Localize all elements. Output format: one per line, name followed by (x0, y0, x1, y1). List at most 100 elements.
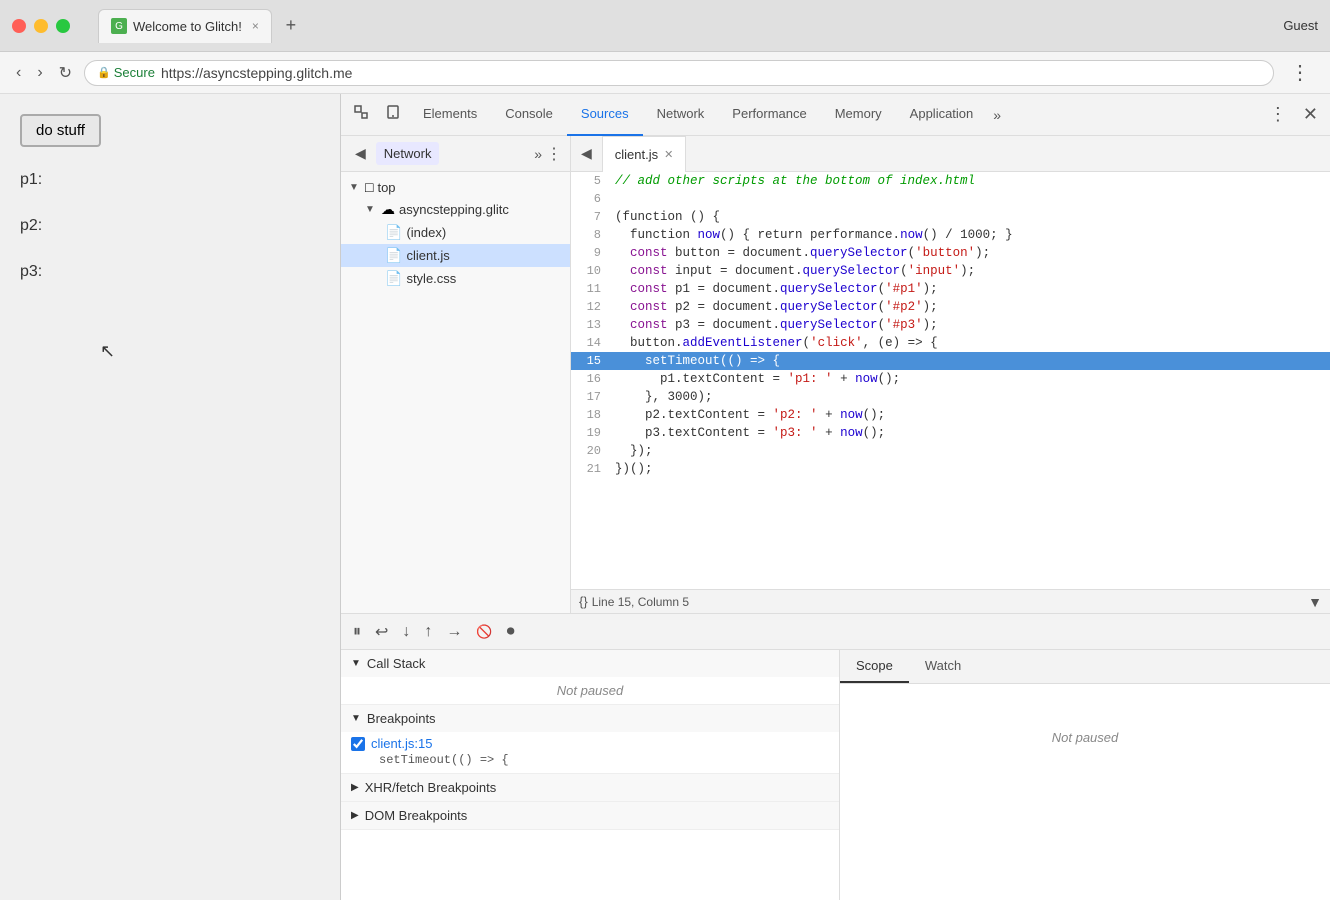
tree-item-stylecss[interactable]: 📄 style.css (341, 267, 570, 290)
do-stuff-button[interactable]: do stuff (20, 114, 101, 147)
forward-button[interactable]: › (33, 60, 46, 86)
debugger-area: ⏸ ↩ ↓ ↑ → 🚫 ⏺ ▼ Call Stack (341, 613, 1330, 900)
browser-tab[interactable]: G Welcome to Glitch! × (98, 9, 272, 43)
call-stack-content: Not paused (341, 677, 839, 704)
step-over-button[interactable]: ↩ (371, 618, 392, 646)
tab-performance[interactable]: Performance (718, 94, 820, 136)
xhr-arrow: ▶ (351, 782, 359, 793)
status-dropdown-button[interactable]: ▼ (1308, 594, 1322, 610)
line-content: }, 3000); (611, 388, 1330, 406)
tree-item-origin[interactable]: ▼ ☁ asyncstepping.glitc (341, 198, 570, 221)
line-content: p3.textContent = 'p3: ' + now(); (611, 424, 1330, 442)
editor-tab-close-button[interactable]: ✕ (664, 148, 673, 161)
minimize-traffic-light[interactable] (34, 19, 48, 33)
network-label[interactable]: Network (376, 142, 440, 165)
tab-elements[interactable]: Elements (409, 94, 491, 136)
dom-breakpoints-header[interactable]: ▶ DOM Breakpoints (341, 802, 839, 830)
scope-tab[interactable]: Scope (840, 650, 909, 683)
devtools-close-button[interactable]: ✕ (1295, 100, 1326, 129)
line-number: 16 (571, 370, 611, 388)
code-line-17[interactable]: 17 }, 3000); (571, 388, 1330, 406)
pause-on-exceptions-button[interactable]: ⏺ (503, 619, 519, 645)
code-area: 5// add other scripts at the bottom of i… (571, 172, 1330, 589)
line-number: 14 (571, 334, 611, 352)
p2-label: p2: (20, 217, 320, 235)
code-line-13[interactable]: 13 const p3 = document.querySelector('#p… (571, 316, 1330, 334)
step-button[interactable]: → (442, 619, 466, 645)
code-line-15[interactable]: 15 setTimeout(() => { (571, 352, 1330, 370)
address-bar[interactable]: 🔒 Secure https://asyncstepping.glitch.me (84, 60, 1274, 86)
code-line-18[interactable]: 18 p2.textContent = 'p2: ' + now(); (571, 406, 1330, 424)
pause-resume-button[interactable]: ⏸ (349, 619, 365, 645)
more-tabs-button[interactable]: » (987, 107, 1007, 123)
code-line-8[interactable]: 8 function now() { return performance.no… (571, 226, 1330, 244)
close-traffic-light[interactable] (12, 19, 26, 33)
cloud-icon-origin: ☁ (381, 201, 395, 218)
new-tab-button[interactable]: + (276, 11, 306, 41)
step-into-button[interactable]: ↓ (398, 619, 414, 645)
tab-network[interactable]: Network (643, 94, 719, 136)
tab-console[interactable]: Console (491, 94, 567, 136)
line-content: function now() { return performance.now(… (611, 226, 1330, 244)
element-picker-button[interactable] (345, 100, 377, 129)
call-stack-header[interactable]: ▼ Call Stack (341, 650, 839, 677)
reload-button[interactable]: ↻ (55, 59, 76, 87)
browser-tab-bar: G Welcome to Glitch! × + (98, 9, 1275, 43)
code-line-6[interactable]: 6 (571, 190, 1330, 208)
code-line-19[interactable]: 19 p3.textContent = 'p3: ' + now(); (571, 424, 1330, 442)
file-tree-more-button[interactable]: » (534, 146, 542, 162)
devtools-menu-button[interactable]: ⋮ (1261, 100, 1295, 129)
tab-title: Welcome to Glitch! (133, 19, 242, 34)
call-stack-section: ▼ Call Stack Not paused (341, 650, 839, 705)
xhr-breakpoints-header[interactable]: ▶ XHR/fetch Breakpoints (341, 774, 839, 802)
code-line-12[interactable]: 12 const p2 = document.querySelector('#p… (571, 298, 1330, 316)
file-tree-header: ◀ Network » ⋮ (341, 136, 570, 172)
tree-item-clientjs[interactable]: 📄 client.js (341, 244, 570, 267)
nav-menu-button[interactable]: ⋮ (1282, 56, 1318, 89)
tree-item-index[interactable]: 📄 (index) (341, 221, 570, 244)
editor-nav-back-button[interactable]: ◀ (575, 141, 598, 166)
tree-label-index: (index) (406, 225, 446, 240)
step-out-button[interactable]: ↑ (420, 619, 436, 645)
line-number: 12 (571, 298, 611, 316)
line-content: const p3 = document.querySelector('#p3')… (611, 316, 1330, 334)
device-toolbar-button[interactable] (377, 100, 409, 129)
code-line-20[interactable]: 20 }); (571, 442, 1330, 460)
code-line-16[interactable]: 16 p1.textContent = 'p1: ' + now(); (571, 370, 1330, 388)
breakpoint-checkbox[interactable] (351, 737, 365, 751)
tab-favicon: G (111, 18, 127, 34)
code-line-11[interactable]: 11 const p1 = document.querySelector('#p… (571, 280, 1330, 298)
editor-tab-clientjs[interactable]: client.js ✕ (602, 136, 687, 172)
breakpoint-label: client.js:15 (351, 736, 829, 751)
title-bar: G Welcome to Glitch! × + Guest (0, 0, 1330, 52)
pretty-print-button[interactable]: {} (579, 594, 588, 609)
watch-tab[interactable]: Watch (909, 650, 977, 683)
code-line-9[interactable]: 9 const button = document.querySelector(… (571, 244, 1330, 262)
code-line-21[interactable]: 21})(); (571, 460, 1330, 478)
tab-sources[interactable]: Sources (567, 94, 643, 136)
code-line-7[interactable]: 7(function () { (571, 208, 1330, 226)
code-line-10[interactable]: 10 const input = document.querySelector(… (571, 262, 1330, 280)
dom-label: DOM Breakpoints (365, 808, 468, 823)
url-text: https://asyncstepping.glitch.me (161, 65, 352, 81)
line-number: 21 (571, 460, 611, 478)
breakpoints-arrow: ▼ (351, 713, 361, 724)
breakpoints-header[interactable]: ▼ Breakpoints (341, 705, 839, 732)
code-line-14[interactable]: 14 button.addEventListener('click', (e) … (571, 334, 1330, 352)
deactivate-breakpoints-button[interactable]: 🚫 (472, 620, 496, 644)
tree-label-origin: asyncstepping.glitc (399, 202, 509, 217)
scope-watch-tabs: Scope Watch (840, 650, 1330, 684)
maximize-traffic-light[interactable] (56, 19, 70, 33)
tree-item-top[interactable]: ▼ □ top (341, 176, 570, 198)
debugger-toolbar: ⏸ ↩ ↓ ↑ → 🚫 ⏺ (341, 614, 1330, 650)
devtools-tab-bar: Elements Console Sources Network Perform… (341, 94, 1330, 136)
tab-close-button[interactable]: × (252, 19, 259, 33)
tab-memory[interactable]: Memory (821, 94, 896, 136)
file-tree-menu-button[interactable]: ⋮ (546, 144, 562, 164)
line-number: 10 (571, 262, 611, 280)
devtools-panel: Elements Console Sources Network Perform… (340, 94, 1330, 900)
file-tree-back-button[interactable]: ◀ (349, 143, 372, 164)
tab-application[interactable]: Application (896, 94, 988, 136)
code-line-5[interactable]: 5// add other scripts at the bottom of i… (571, 172, 1330, 190)
back-button[interactable]: ‹ (12, 60, 25, 86)
